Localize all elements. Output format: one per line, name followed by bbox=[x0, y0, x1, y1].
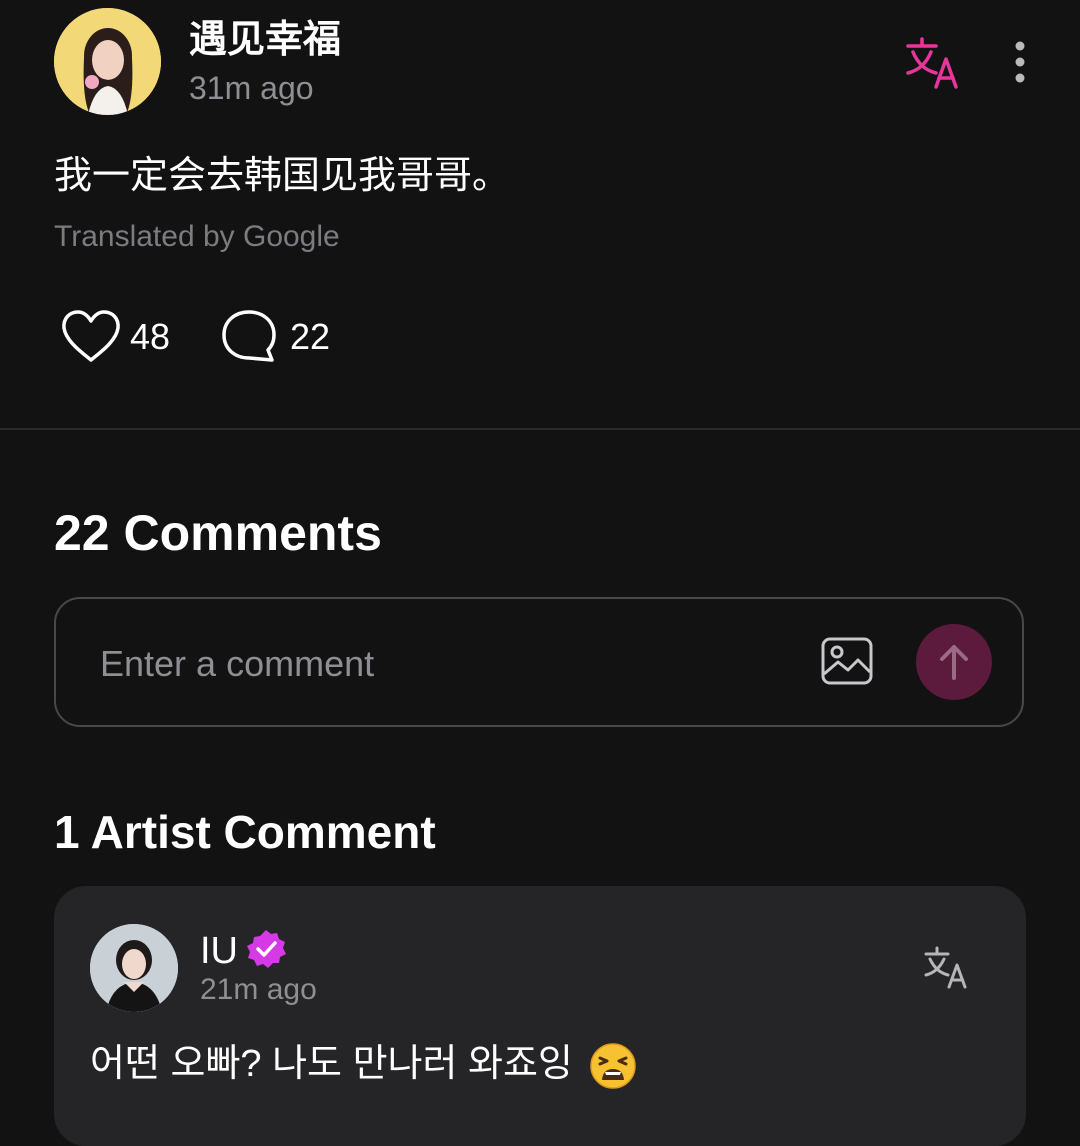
post-body-text: 我一定会去韩国见我哥哥。 bbox=[54, 155, 511, 197]
image-icon bbox=[821, 637, 873, 685]
verified-badge-icon bbox=[247, 930, 286, 968]
more-options-button[interactable] bbox=[1000, 36, 1040, 88]
post-author-avatar[interactable] bbox=[54, 8, 161, 115]
artist-comment-timestamp: 21m ago bbox=[200, 973, 317, 1006]
artist-comment-body: 어떤 오빠? 나도 만나러 와죠잉 bbox=[90, 1036, 637, 1092]
artist-avatar[interactable] bbox=[90, 924, 178, 1012]
like-button[interactable] bbox=[60, 308, 122, 366]
artist-comment-heading: 1 Artist Comment bbox=[54, 806, 436, 858]
attach-image-button[interactable] bbox=[820, 636, 874, 686]
verified-badge bbox=[245, 928, 287, 970]
translate-icon bbox=[924, 946, 967, 989]
translate-icon bbox=[906, 37, 958, 89]
comment-count: 22 bbox=[290, 316, 331, 357]
translate-button[interactable] bbox=[902, 33, 966, 91]
section-divider bbox=[0, 428, 1080, 430]
post-timestamp: 31m ago bbox=[189, 70, 314, 106]
more-vertical-icon bbox=[1015, 41, 1025, 83]
like-count: 48 bbox=[130, 316, 171, 357]
send-comment-button[interactable] bbox=[916, 624, 992, 700]
avatar-image bbox=[54, 8, 161, 115]
artist-translate-button[interactable] bbox=[922, 944, 972, 990]
comment-button[interactable] bbox=[220, 308, 278, 366]
arrow-up-icon bbox=[940, 645, 968, 680]
artist-comment-text: 어떤 오빠? 나도 만나러 와죠잉 bbox=[90, 1043, 573, 1085]
tired-face-emoji bbox=[589, 1042, 637, 1090]
artist-comment-card bbox=[54, 886, 1026, 1146]
comments-heading: 22 Comments bbox=[54, 505, 382, 561]
comment-bubble-icon bbox=[222, 310, 276, 362]
translated-by-label: Translated by Google bbox=[54, 220, 340, 253]
artist-name[interactable]: IU bbox=[200, 926, 238, 976]
comment-input[interactable] bbox=[100, 636, 790, 692]
heart-icon bbox=[62, 310, 120, 362]
post-author-name[interactable]: 遇见幸福 bbox=[189, 14, 341, 66]
artist-avatar-image bbox=[90, 924, 178, 1012]
